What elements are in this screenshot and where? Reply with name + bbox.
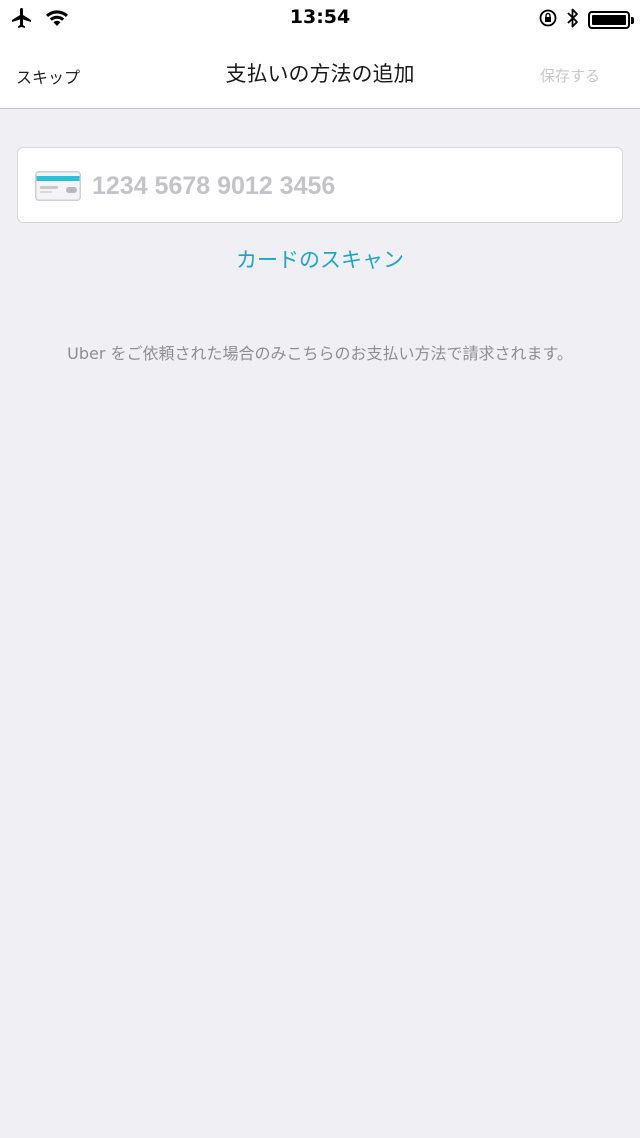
card-number-field[interactable] [17, 147, 623, 223]
payment-info-text: Uber をご依頼された場合のみこちらのお支払い方法で請求されます。 [67, 344, 573, 363]
status-bar: 13:54 [0, 0, 640, 38]
navigation-bar: スキップ 支払いの方法の追加 保存する [0, 38, 640, 109]
card-number-input[interactable] [90, 160, 594, 212]
scan-card-link[interactable]: カードのスキャン [0, 244, 640, 274]
save-button[interactable]: 保存する [540, 65, 600, 86]
battery-icon [588, 11, 634, 29]
credit-card-icon [35, 171, 81, 205]
status-right [538, 7, 634, 33]
bluetooth-icon [566, 7, 580, 33]
orientation-lock-icon [538, 8, 558, 32]
